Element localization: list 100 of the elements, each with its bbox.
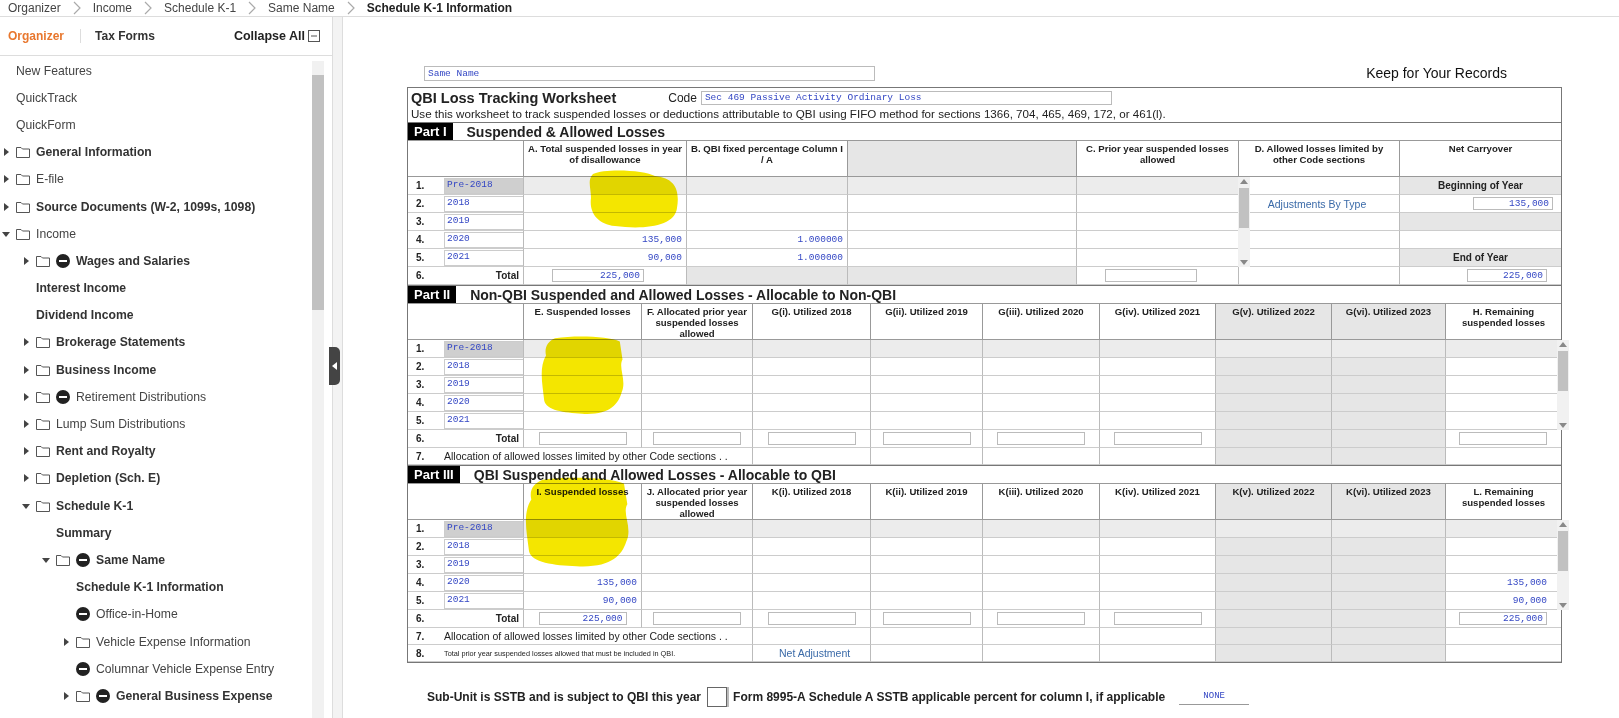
sidebar-tab[interactable]: Tax Forms (95, 29, 171, 43)
sidebar-item[interactable]: General Information (36, 145, 152, 160)
part-title: Non-QBI Suspended and Allowed Losses - Allocable to Non-QBI (470, 286, 897, 303)
sidebar-item[interactable]: Source Documents (W-2, 1099s, 1098) (36, 199, 256, 214)
row-number: 6. (416, 613, 426, 624)
scrollbar-thumb[interactable] (1558, 351, 1568, 391)
part-title: Suspended & Allowed Losses (466, 123, 666, 140)
caret-icon[interactable] (22, 501, 30, 510)
sidebar-item[interactable]: QuickTrack (16, 90, 78, 105)
sidebar-item[interactable]: Brokerage Statements (56, 335, 186, 350)
input-field[interactable] (1113, 432, 1202, 445)
arrow-up-icon[interactable] (1559, 522, 1567, 527)
code-field[interactable]: Sec 469 Passive Activity Ordinary Loss (700, 91, 1112, 105)
sidebar-item[interactable]: Vehicle Expense Information (96, 634, 251, 649)
scrollbar[interactable] (1557, 340, 1569, 430)
caret-icon[interactable] (2, 148, 10, 157)
caret-icon[interactable] (62, 637, 70, 646)
input-field[interactable] (882, 432, 971, 445)
arrow-down-icon[interactable] (1559, 603, 1567, 608)
sidebar-item[interactable]: Dividend Income (36, 308, 134, 323)
sidebar-item[interactable]: Depletion (Sch. E) (56, 471, 161, 486)
arrow-up-icon[interactable] (1559, 342, 1567, 347)
folder-icon (36, 445, 50, 458)
collapse-all-button[interactable]: Collapse All (233, 29, 320, 43)
collapse-panel-button[interactable] (329, 347, 340, 385)
scrollbar-thumb[interactable] (312, 75, 324, 310)
caret-icon[interactable] (62, 691, 70, 700)
sidebar-item[interactable]: Columnar Vehicle Expense Entry (96, 661, 275, 676)
total-label: Total (495, 433, 519, 444)
sidebar-item[interactable]: Schedule K-1 Information (76, 580, 224, 595)
input-field[interactable]: 225,000 (1459, 612, 1547, 625)
caret-icon[interactable] (22, 365, 30, 374)
input-field[interactable]: 225,000 (538, 612, 627, 625)
row-number: 1. (416, 180, 426, 191)
sidebar-item[interactable]: Wages and Salaries (76, 253, 191, 268)
sidebar-item[interactable]: Same Name (96, 552, 166, 567)
sidebar-item[interactable]: Interest Income (36, 281, 127, 296)
caret-icon[interactable] (22, 447, 30, 456)
breadcrumb-item[interactable]: Same Name (268, 1, 335, 15)
adjustments-link[interactable]: Adjustments By Type (1267, 197, 1367, 210)
part-label: Part II (408, 286, 457, 303)
sidebar-item[interactable]: E-file (36, 172, 64, 187)
caret-icon[interactable] (22, 392, 30, 401)
scrollbar-thumb[interactable] (1239, 188, 1249, 228)
sidebar-item[interactable]: Office-in-Home (96, 607, 178, 622)
net-adjustment-link[interactable]: Net Adjustment (779, 647, 851, 659)
arrow-up-icon[interactable] (1240, 179, 1248, 184)
input-field[interactable] (997, 432, 1085, 445)
sidebar-item[interactable]: General Business Expense (116, 688, 273, 703)
sidebar-item[interactable]: Lump Sum Distributions (56, 417, 186, 432)
scrollbar[interactable] (1238, 177, 1250, 267)
row-number: 6. (416, 270, 426, 281)
sstb-checkbox[interactable] (707, 687, 728, 707)
input-field[interactable] (997, 612, 1085, 625)
worksheet-description: Use this worksheet to track suspended losses or deductions attributable to QBI using FIFO method for sections 1366, 704, 465, 469, 172, or 461(l). (410, 106, 1167, 122)
input-field[interactable] (653, 612, 741, 625)
arrow-down-icon[interactable] (1559, 423, 1567, 428)
chevron-icon (346, 1, 355, 15)
year-cell: 2020 (444, 574, 523, 591)
caret-icon[interactable] (2, 175, 10, 184)
breadcrumb-item[interactable]: Income (92, 1, 133, 15)
sidebar-item[interactable]: Income (36, 226, 76, 241)
input-field[interactable] (538, 432, 627, 445)
caret-icon[interactable] (22, 256, 30, 265)
caret-icon[interactable] (22, 338, 30, 347)
folder-icon (36, 254, 50, 267)
name-field[interactable]: Same Name (424, 65, 875, 81)
sidebar-item[interactable]: Retirement Distributions (76, 389, 207, 404)
row-number: 5. (416, 415, 426, 426)
breadcrumb-item[interactable]: Schedule K-1 (164, 1, 237, 15)
input-field[interactable] (767, 612, 856, 625)
input-field[interactable] (767, 432, 856, 445)
input-field[interactable]: 135,000 (1473, 197, 1553, 210)
caret-icon[interactable] (2, 229, 10, 238)
input-field[interactable] (653, 432, 741, 445)
sidebar-item[interactable]: Rent and Royalty (56, 444, 156, 459)
input-field[interactable] (1105, 269, 1197, 282)
sidebar-item[interactable]: Schedule K-1 (56, 498, 134, 513)
sidebar-item[interactable]: New Features (16, 63, 92, 78)
input-field[interactable]: 225,000 (1467, 269, 1547, 282)
breadcrumb-item[interactable]: Organizer (8, 1, 61, 15)
input-field[interactable] (882, 612, 971, 625)
input-field[interactable] (1113, 612, 1202, 625)
scrollbar[interactable] (1557, 520, 1569, 610)
caret-icon[interactable] (22, 474, 30, 483)
input-field[interactable]: 225,000 (552, 269, 644, 282)
sidebar-item[interactable]: Business Income (56, 362, 157, 377)
arrow-down-icon[interactable] (1240, 260, 1248, 265)
scrollbar[interactable] (312, 61, 324, 718)
percent-field[interactable]: NONE (1179, 689, 1250, 705)
sidebar-item[interactable]: QuickForm (16, 117, 76, 132)
caret-icon[interactable] (2, 202, 10, 211)
table-cell: 90,000 (523, 592, 641, 610)
folder-icon (56, 553, 70, 566)
caret-icon[interactable] (42, 555, 50, 564)
scrollbar-thumb[interactable] (1558, 531, 1568, 571)
caret-icon[interactable] (22, 420, 30, 429)
input-field[interactable] (1459, 432, 1547, 445)
sidebar-item[interactable]: Summary (56, 525, 112, 540)
breadcrumb-item[interactable]: Schedule K-1 Information (366, 1, 513, 15)
